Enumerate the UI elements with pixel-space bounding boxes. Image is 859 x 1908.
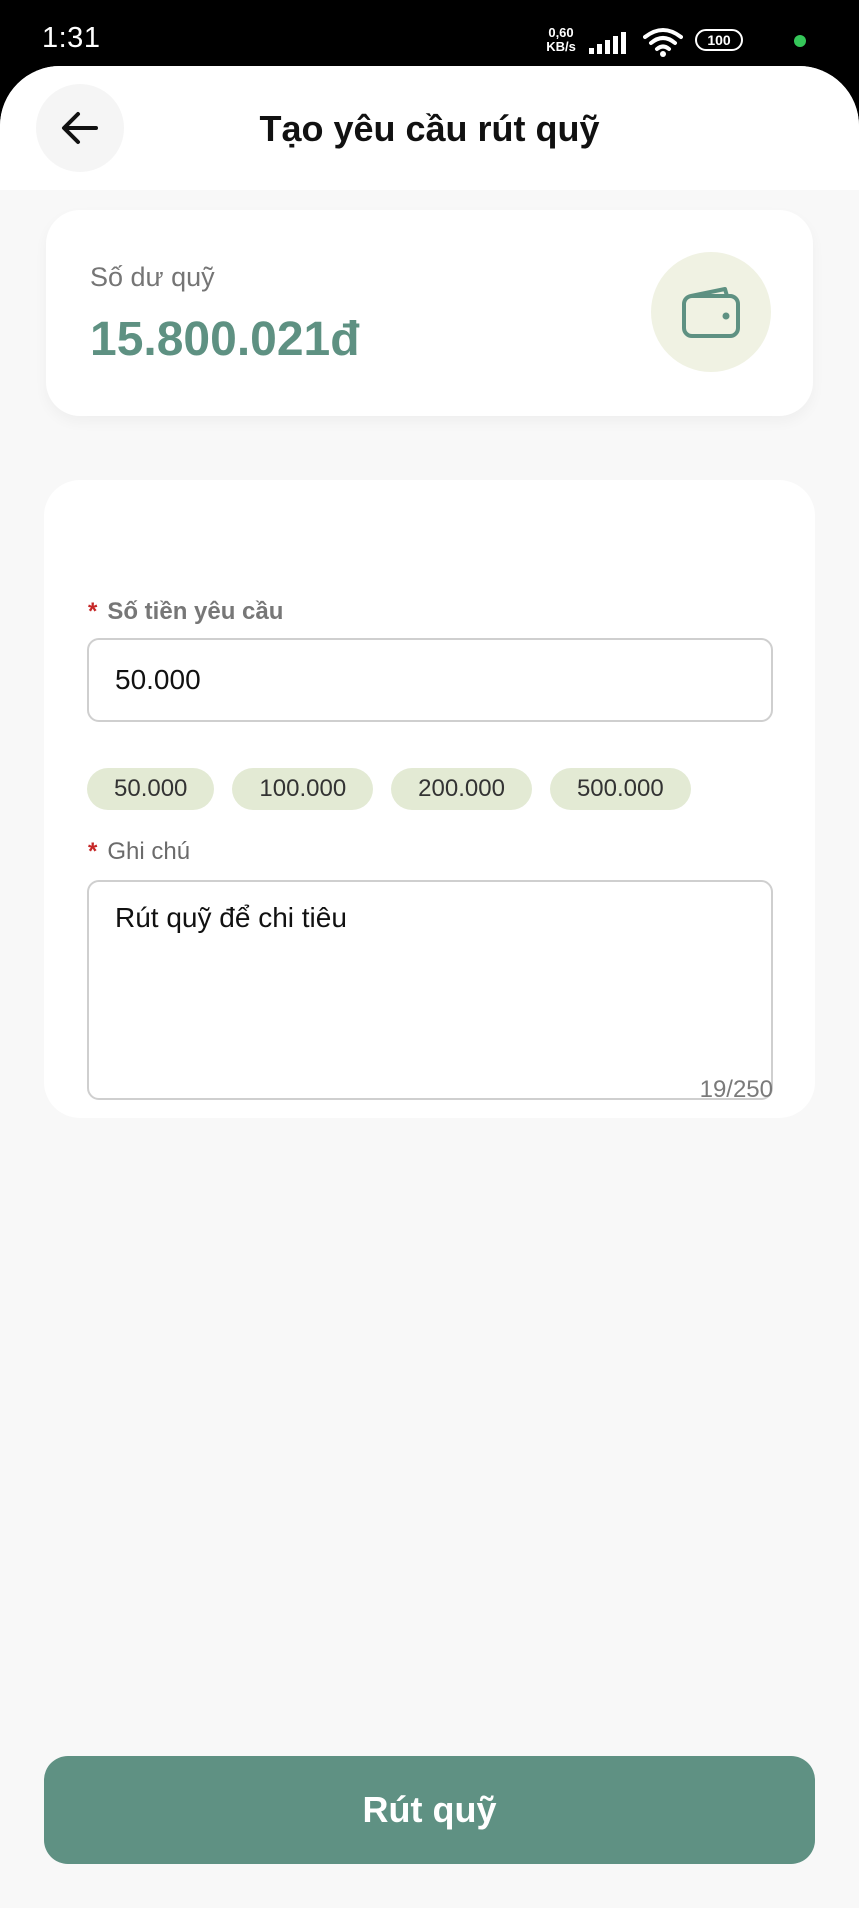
note-label-text: Ghi chú: [107, 838, 191, 865]
quick-amount-chip[interactable]: 50.000: [87, 768, 215, 810]
quick-amount-chip[interactable]: 500.000: [549, 768, 691, 810]
note-label: * Ghi chú: [88, 838, 190, 866]
quick-amount-chips: 50.000 100.000 200.000 500.000: [87, 768, 691, 810]
balance-amount: 15.800.021đ: [90, 313, 360, 366]
status-icons: 0,60 KB/s 100: [519, 0, 859, 70]
network-speed-unit: KB/s: [546, 39, 576, 54]
battery-indicator: 100: [695, 29, 743, 51]
privacy-indicator-dot: [794, 35, 806, 47]
withdraw-button[interactable]: Rút quỹ: [44, 1756, 815, 1864]
quick-amount-chip[interactable]: 200.000: [391, 768, 532, 810]
status-time: 1:31: [42, 22, 101, 54]
wallet-badge: [651, 252, 771, 372]
amount-label-text: Số tiền yêu cầu: [107, 598, 284, 625]
amount-label: * Số tiền yêu cầu: [88, 598, 283, 626]
required-mark: *: [88, 838, 98, 865]
network-speed-value: 0,60: [548, 25, 574, 40]
required-mark: *: [88, 598, 98, 625]
wifi-icon: [643, 28, 683, 57]
balance-card: Số dư quỹ 15.800.021đ: [46, 210, 813, 416]
network-speed: 0,60 KB/s: [541, 26, 581, 54]
note-textarea[interactable]: Rút quỹ để chi tiêu: [87, 880, 773, 1100]
status-bar: 1:31 0,60 KB/s 100: [0, 0, 859, 70]
signal-icon: [589, 32, 626, 54]
quick-amount-chip[interactable]: 100.000: [232, 768, 374, 810]
balance-label: Số dư quỹ: [90, 262, 215, 292]
page-title: Tạo yêu cầu rút quỹ: [259, 108, 600, 149]
app-bar: Tạo yêu cầu rút quỹ: [0, 66, 859, 190]
screen: Tạo yêu cầu rút quỹ Số dư quỹ 15.800.021…: [0, 66, 859, 1908]
amount-input[interactable]: 50.000: [87, 638, 773, 722]
withdraw-form: * Số tiền yêu cầu 50.000 50.000 100.000 2…: [44, 480, 815, 1118]
character-counter: 19/250: [699, 1076, 773, 1103]
wallet-icon: [682, 287, 740, 338]
